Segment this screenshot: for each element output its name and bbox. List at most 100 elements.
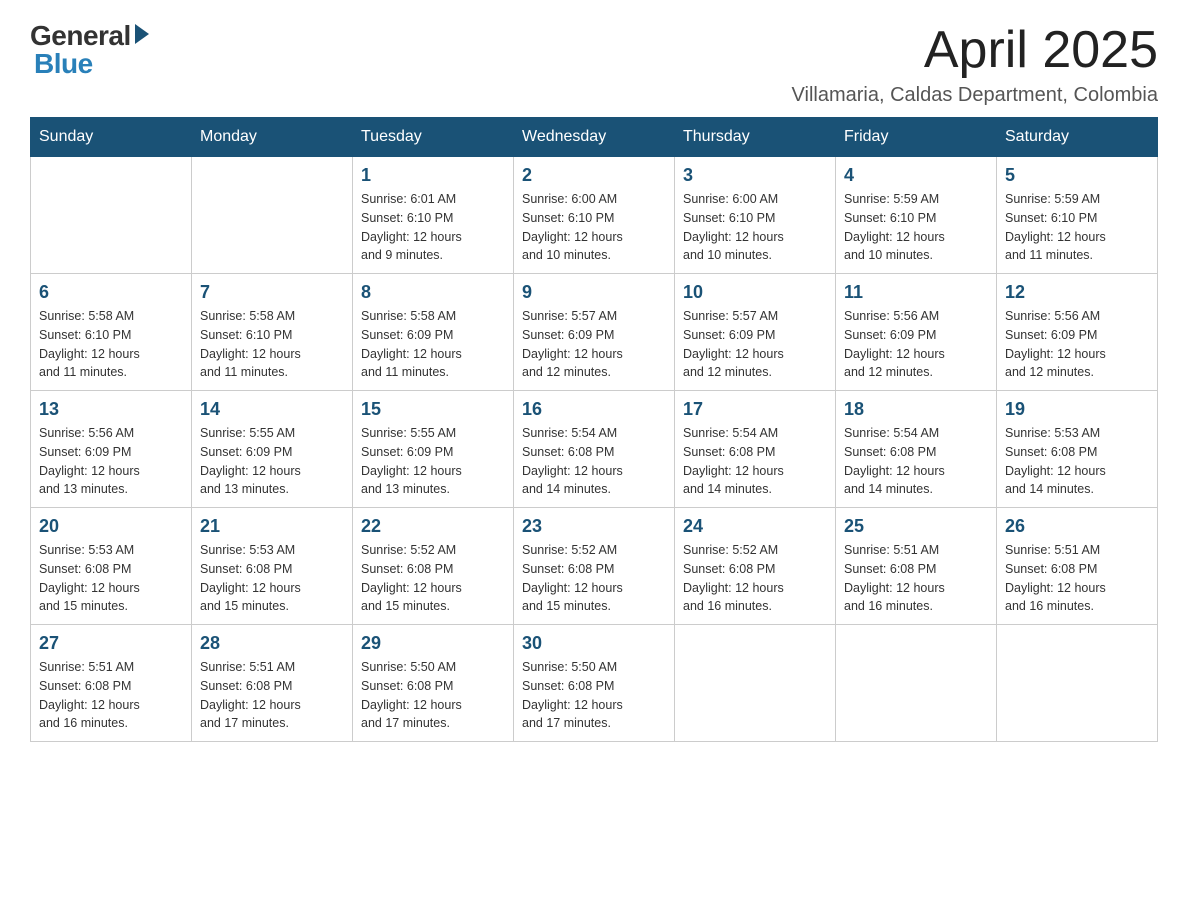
day-info: Sunrise: 5:59 AM Sunset: 6:10 PM Dayligh… xyxy=(844,190,988,265)
calendar-cell: 13 Sunrise: 5:56 AM Sunset: 6:09 PM Dayli… xyxy=(31,391,192,508)
day-info: Sunrise: 5:52 AM Sunset: 6:08 PM Dayligh… xyxy=(361,541,505,616)
calendar-header-friday: Friday xyxy=(836,118,997,157)
calendar-cell: 11 Sunrise: 5:56 AM Sunset: 6:09 PM Dayli… xyxy=(836,274,997,391)
calendar-cell: 18 Sunrise: 5:54 AM Sunset: 6:08 PM Dayli… xyxy=(836,391,997,508)
calendar-header-sunday: Sunday xyxy=(31,118,192,157)
day-info: Sunrise: 5:55 AM Sunset: 6:09 PM Dayligh… xyxy=(200,424,344,499)
calendar-cell: 27 Sunrise: 5:51 AM Sunset: 6:08 PM Dayli… xyxy=(31,625,192,742)
day-info: Sunrise: 5:51 AM Sunset: 6:08 PM Dayligh… xyxy=(844,541,988,616)
logo-arrow-icon xyxy=(135,24,149,44)
calendar-cell: 19Sunrise: 5:53 AM Sunset: 6:08 PM Dayli… xyxy=(997,391,1158,508)
calendar-cell: 20 Sunrise: 5:53 AM Sunset: 6:08 PM Dayli… xyxy=(31,508,192,625)
calendar-cell: 15Sunrise: 5:55 AM Sunset: 6:09 PM Dayli… xyxy=(353,391,514,508)
day-info: Sunrise: 5:51 AM Sunset: 6:08 PM Dayligh… xyxy=(1005,541,1149,616)
calendar-cell xyxy=(997,625,1158,742)
day-number: 13 xyxy=(39,399,183,420)
day-info: Sunrise: 5:57 AM Sunset: 6:09 PM Dayligh… xyxy=(683,307,827,382)
calendar-cell xyxy=(192,157,353,274)
day-number: 28 xyxy=(200,633,344,654)
day-number: 20 xyxy=(39,516,183,537)
calendar-cell: 25 Sunrise: 5:51 AM Sunset: 6:08 PM Dayli… xyxy=(836,508,997,625)
day-number: 3 xyxy=(683,165,827,186)
calendar-cell: 10Sunrise: 5:57 AM Sunset: 6:09 PM Dayli… xyxy=(675,274,836,391)
day-info: Sunrise: 5:50 AM Sunset: 6:08 PM Dayligh… xyxy=(361,658,505,733)
day-number: 15 xyxy=(361,399,505,420)
day-info: Sunrise: 5:54 AM Sunset: 6:08 PM Dayligh… xyxy=(844,424,988,499)
calendar-cell: 9 Sunrise: 5:57 AM Sunset: 6:09 PM Daylig… xyxy=(514,274,675,391)
calendar-cell: 14 Sunrise: 5:55 AM Sunset: 6:09 PM Dayli… xyxy=(192,391,353,508)
day-info: Sunrise: 5:52 AM Sunset: 6:08 PM Dayligh… xyxy=(522,541,666,616)
day-info: Sunrise: 5:56 AM Sunset: 6:09 PM Dayligh… xyxy=(844,307,988,382)
calendar-cell: 30Sunrise: 5:50 AM Sunset: 6:08 PM Dayli… xyxy=(514,625,675,742)
day-info: Sunrise: 6:00 AM Sunset: 6:10 PM Dayligh… xyxy=(522,190,666,265)
calendar-cell: 12 Sunrise: 5:56 AM Sunset: 6:09 PM Dayli… xyxy=(997,274,1158,391)
day-info: Sunrise: 5:58 AM Sunset: 6:09 PM Dayligh… xyxy=(361,307,505,382)
day-info: Sunrise: 5:53 AM Sunset: 6:08 PM Dayligh… xyxy=(39,541,183,616)
calendar-cell: 28 Sunrise: 5:51 AM Sunset: 6:08 PM Dayli… xyxy=(192,625,353,742)
day-info: Sunrise: 5:56 AM Sunset: 6:09 PM Dayligh… xyxy=(39,424,183,499)
calendar-cell: 7 Sunrise: 5:58 AM Sunset: 6:10 PM Daylig… xyxy=(192,274,353,391)
day-number: 29 xyxy=(361,633,505,654)
day-number: 11 xyxy=(844,282,988,303)
day-number: 18 xyxy=(844,399,988,420)
calendar-cell xyxy=(675,625,836,742)
calendar-cell: 23 Sunrise: 5:52 AM Sunset: 6:08 PM Dayli… xyxy=(514,508,675,625)
calendar-cell: 29 Sunrise: 5:50 AM Sunset: 6:08 PM Dayli… xyxy=(353,625,514,742)
calendar-week-row: 13 Sunrise: 5:56 AM Sunset: 6:09 PM Dayli… xyxy=(31,391,1158,508)
calendar-cell xyxy=(31,157,192,274)
day-info: Sunrise: 5:59 AM Sunset: 6:10 PM Dayligh… xyxy=(1005,190,1149,265)
day-info: Sunrise: 5:54 AM Sunset: 6:08 PM Dayligh… xyxy=(683,424,827,499)
logo: General Blue xyxy=(30,20,149,80)
calendar-header-monday: Monday xyxy=(192,118,353,157)
day-number: 8 xyxy=(361,282,505,303)
day-info: Sunrise: 5:57 AM Sunset: 6:09 PM Dayligh… xyxy=(522,307,666,382)
day-info: Sunrise: 5:51 AM Sunset: 6:08 PM Dayligh… xyxy=(200,658,344,733)
day-info: Sunrise: 5:58 AM Sunset: 6:10 PM Dayligh… xyxy=(200,307,344,382)
calendar-cell: 2Sunrise: 6:00 AM Sunset: 6:10 PM Daylig… xyxy=(514,157,675,274)
day-number: 21 xyxy=(200,516,344,537)
title-block: April 2025 Villamaria, Caldas Department… xyxy=(792,20,1158,107)
day-number: 7 xyxy=(200,282,344,303)
page-header: General Blue April 2025 Villamaria, Cald… xyxy=(30,20,1158,107)
day-number: 1 xyxy=(361,165,505,186)
calendar-cell: 3Sunrise: 6:00 AM Sunset: 6:10 PM Daylig… xyxy=(675,157,836,274)
day-number: 27 xyxy=(39,633,183,654)
day-number: 6 xyxy=(39,282,183,303)
day-number: 12 xyxy=(1005,282,1149,303)
calendar-table: SundayMondayTuesdayWednesdayThursdayFrid… xyxy=(30,117,1158,742)
calendar-cell: 5 Sunrise: 5:59 AM Sunset: 6:10 PM Daylig… xyxy=(997,157,1158,274)
calendar-week-row: 20 Sunrise: 5:53 AM Sunset: 6:08 PM Dayli… xyxy=(31,508,1158,625)
calendar-header-thursday: Thursday xyxy=(675,118,836,157)
day-number: 25 xyxy=(844,516,988,537)
day-number: 9 xyxy=(522,282,666,303)
calendar-week-row: 27 Sunrise: 5:51 AM Sunset: 6:08 PM Dayli… xyxy=(31,625,1158,742)
day-number: 14 xyxy=(200,399,344,420)
day-info: Sunrise: 5:51 AM Sunset: 6:08 PM Dayligh… xyxy=(39,658,183,733)
day-info: Sunrise: 5:53 AM Sunset: 6:08 PM Dayligh… xyxy=(200,541,344,616)
day-number: 23 xyxy=(522,516,666,537)
calendar-header-tuesday: Tuesday xyxy=(353,118,514,157)
calendar-cell: 6 Sunrise: 5:58 AM Sunset: 6:10 PM Daylig… xyxy=(31,274,192,391)
day-info: Sunrise: 5:56 AM Sunset: 6:09 PM Dayligh… xyxy=(1005,307,1149,382)
day-info: Sunrise: 5:52 AM Sunset: 6:08 PM Dayligh… xyxy=(683,541,827,616)
calendar-cell: 1 Sunrise: 6:01 AM Sunset: 6:10 PM Daylig… xyxy=(353,157,514,274)
calendar-header-wednesday: Wednesday xyxy=(514,118,675,157)
logo-blue-text: Blue xyxy=(34,48,93,80)
calendar-header-saturday: Saturday xyxy=(997,118,1158,157)
calendar-cell: 24 Sunrise: 5:52 AM Sunset: 6:08 PM Dayli… xyxy=(675,508,836,625)
day-number: 22 xyxy=(361,516,505,537)
day-number: 26 xyxy=(1005,516,1149,537)
day-number: 4 xyxy=(844,165,988,186)
day-info: Sunrise: 5:58 AM Sunset: 6:10 PM Dayligh… xyxy=(39,307,183,382)
day-info: Sunrise: 6:01 AM Sunset: 6:10 PM Dayligh… xyxy=(361,190,505,265)
month-year-title: April 2025 xyxy=(792,20,1158,80)
calendar-cell: 17 Sunrise: 5:54 AM Sunset: 6:08 PM Dayli… xyxy=(675,391,836,508)
day-number: 16 xyxy=(522,399,666,420)
day-info: Sunrise: 5:50 AM Sunset: 6:08 PM Dayligh… xyxy=(522,658,666,733)
day-number: 24 xyxy=(683,516,827,537)
calendar-cell xyxy=(836,625,997,742)
day-number: 5 xyxy=(1005,165,1149,186)
calendar-week-row: 6 Sunrise: 5:58 AM Sunset: 6:10 PM Daylig… xyxy=(31,274,1158,391)
day-number: 17 xyxy=(683,399,827,420)
day-info: Sunrise: 5:54 AM Sunset: 6:08 PM Dayligh… xyxy=(522,424,666,499)
